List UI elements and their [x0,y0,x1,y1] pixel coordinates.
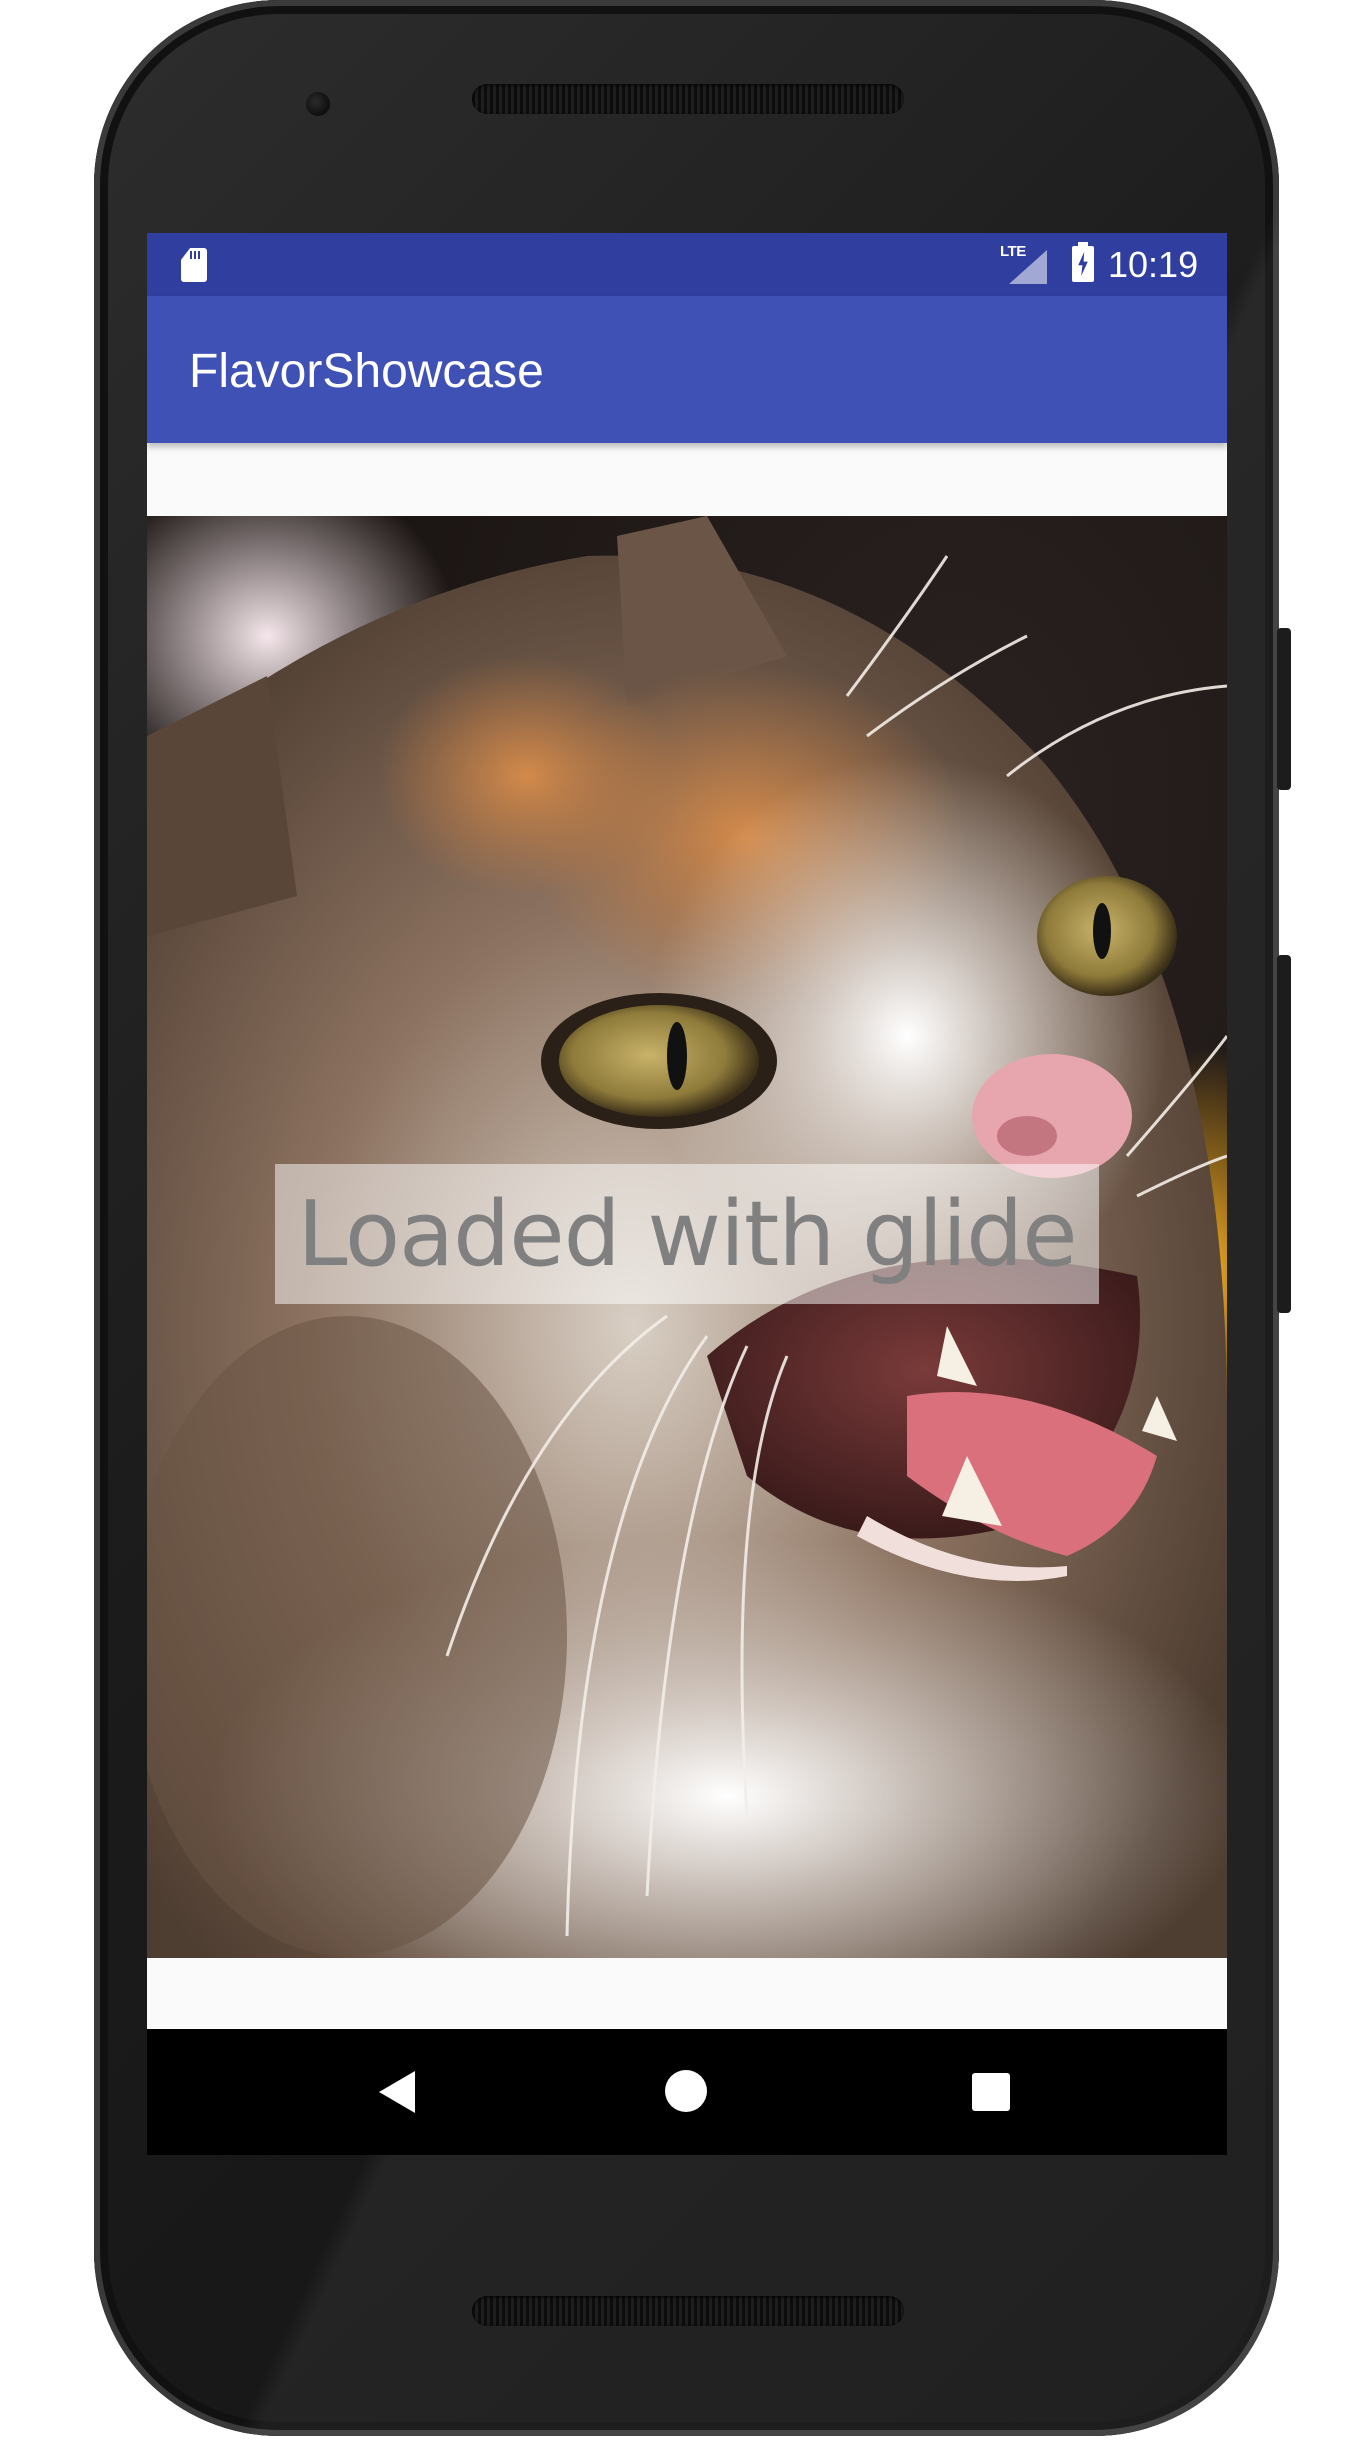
sd-card-icon [181,248,207,282]
signal-icon [1009,250,1047,284]
bottom-speaker [472,2296,904,2326]
front-camera [306,92,330,116]
overlay-text: Loaded with glide [297,1181,1077,1287]
status-bar: LTE 10:19 [147,233,1227,296]
home-icon[interactable] [665,2070,707,2112]
volume-button [1277,955,1291,1313]
app-title: FlavorShowcase [189,345,544,398]
cat-photo: Loaded with glide [147,516,1227,1958]
top-speaker [472,84,904,114]
recent-apps-icon[interactable] [972,2073,1010,2111]
overlay-label: Loaded with glide [275,1164,1099,1304]
screen: LTE 10:19 FlavorShowcase Loaded with gli… [147,233,1227,2155]
navigation-bar [147,2029,1227,2155]
battery-charging-icon [1072,242,1094,282]
power-button [1277,628,1291,790]
status-time: 10:19 [1108,244,1199,285]
app-bar: FlavorShowcase [147,296,1227,443]
back-icon[interactable] [379,2071,415,2113]
